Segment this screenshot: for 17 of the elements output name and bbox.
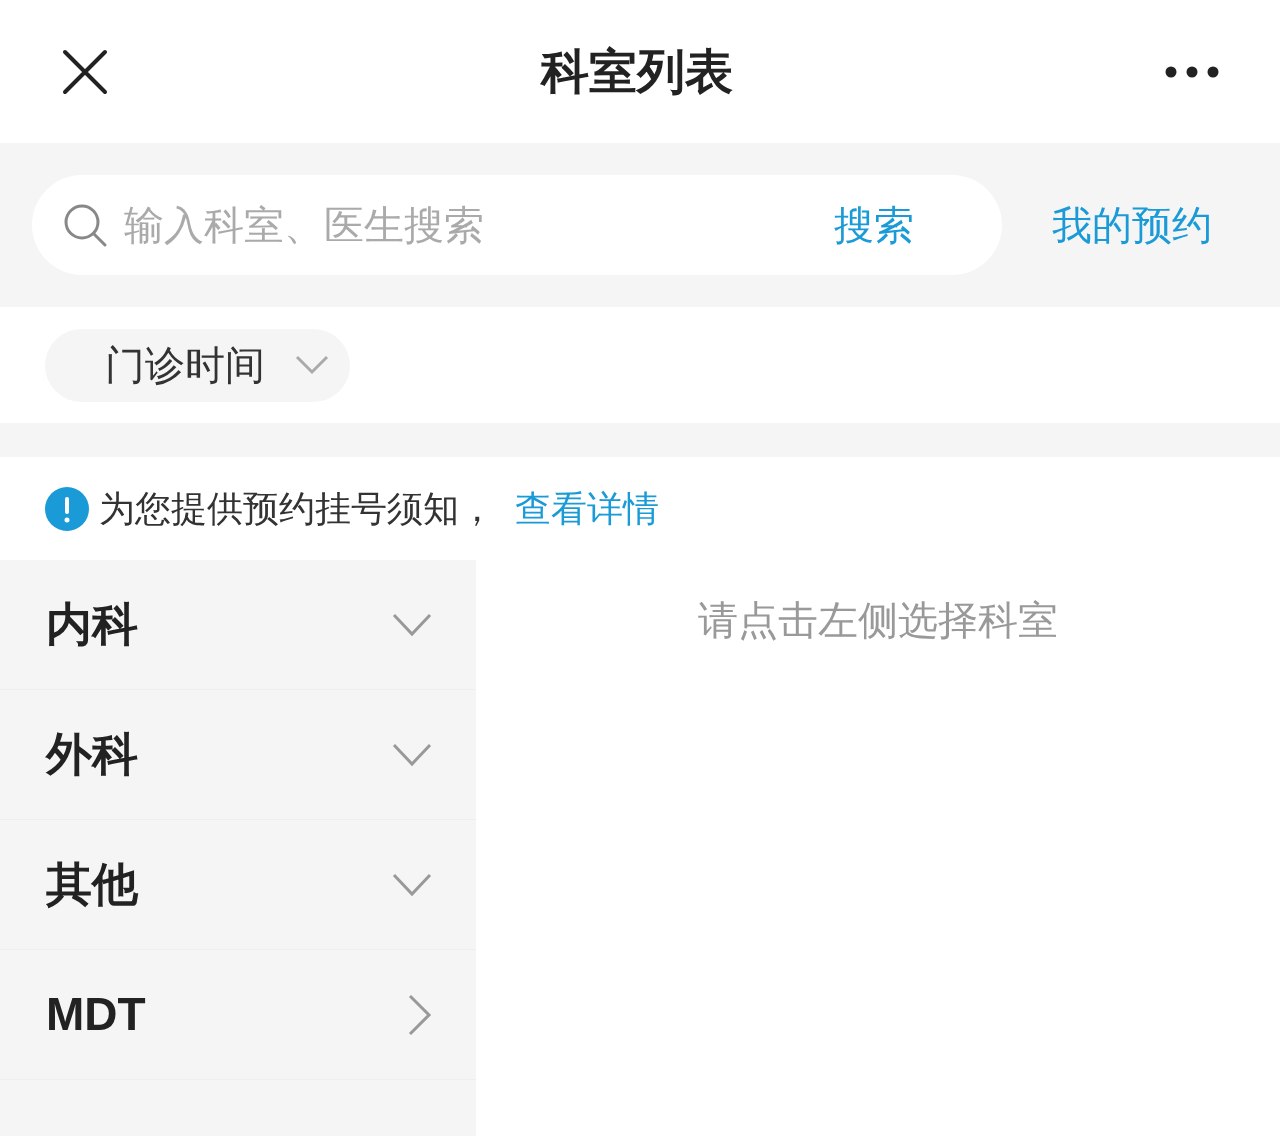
chevron-down-icon bbox=[392, 872, 432, 897]
department-item[interactable]: MDT bbox=[0, 950, 476, 1080]
department-item[interactable]: 其他 bbox=[0, 820, 476, 950]
search-icon bbox=[62, 202, 108, 248]
notice-text: 为您提供预约挂号须知， bbox=[99, 486, 495, 531]
more-icon bbox=[1165, 65, 1219, 78]
chevron-down-icon bbox=[392, 742, 432, 767]
filter-chip[interactable]: 门诊时间 bbox=[45, 328, 350, 402]
department-item[interactable]: 外科 bbox=[0, 690, 476, 820]
chevron-down-icon bbox=[295, 355, 329, 375]
close-icon bbox=[62, 48, 108, 95]
chevron-right-icon bbox=[408, 993, 432, 1036]
department-item[interactable]: 内科 bbox=[0, 560, 476, 690]
page-title: 科室列表 bbox=[541, 43, 733, 100]
chevron-down-icon bbox=[392, 612, 432, 637]
info-icon bbox=[45, 486, 89, 531]
empty-hint: 请点击左侧选择科室 bbox=[698, 597, 1058, 644]
